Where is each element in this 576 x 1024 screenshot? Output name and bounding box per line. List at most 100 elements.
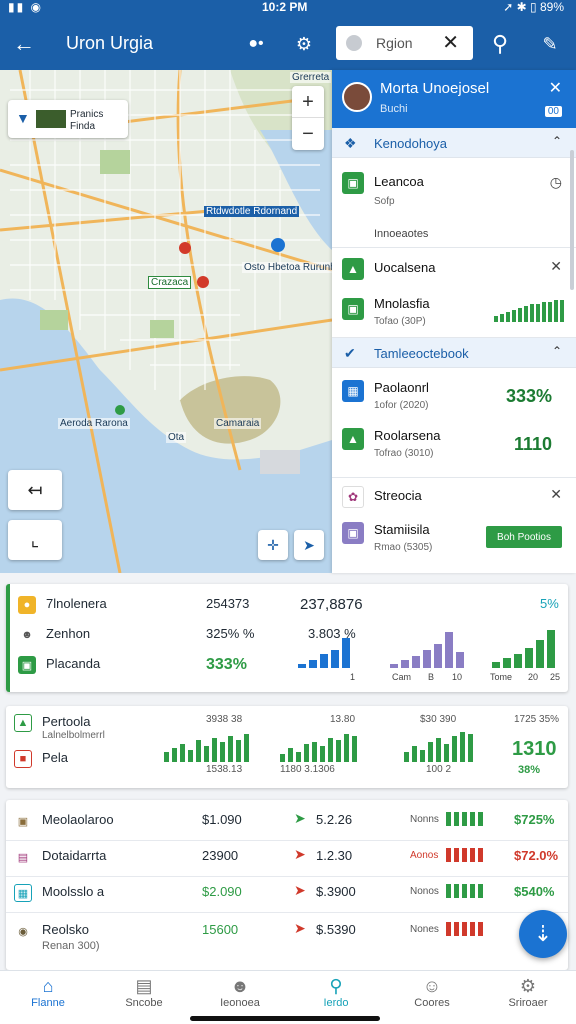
- section-header[interactable]: ✔ Tamleeoctebook ⌃: [332, 338, 576, 368]
- row-sublabel: Renan 300): [42, 940, 100, 952]
- zoom-controls: + −: [292, 86, 324, 150]
- item-action-button[interactable]: Boh Pootios: [486, 526, 562, 548]
- close-item-icon[interactable]: ✕: [550, 258, 562, 275]
- item-title: Streocia: [374, 488, 422, 503]
- panel-item[interactable]: ▣ Leancoa Sofp ◷ Innoeaotes: [332, 158, 576, 248]
- clear-search-icon[interactable]: ✕: [442, 30, 459, 55]
- home-icon: ⌂: [42, 976, 54, 996]
- place-preview-card[interactable]: ▼ Pranics Finda: [8, 100, 128, 138]
- row-icon: ▤: [17, 851, 29, 864]
- row-percent: $725%: [514, 812, 555, 827]
- row-tag: Nones: [410, 924, 439, 935]
- top-bar: ▮▮ ◉ 10:2 PM ➚ ✱ ▯ 89% ← Uron Urgia ●• ⚙…: [0, 0, 576, 70]
- section-icon: ❖: [344, 135, 357, 151]
- row-tag: Nonns: [410, 814, 439, 825]
- row-label: Dotaidarrta: [42, 848, 107, 863]
- compass-button[interactable]: ➤: [294, 530, 324, 560]
- green-bar-chart: [280, 734, 357, 762]
- row-value: 23900: [202, 848, 239, 863]
- mini-bar-chart: [494, 300, 564, 322]
- row-label: Meolaolaroo: [42, 812, 114, 827]
- row-sublabel: Lalnelbolmerrl: [42, 730, 105, 741]
- axis-tick-label: B: [428, 672, 435, 682]
- measure-button[interactable]: ⌞: [8, 520, 62, 560]
- region-search-box[interactable]: Rgion ✕: [336, 26, 473, 60]
- account-icon: ☺: [422, 976, 442, 996]
- row-percent: $540%: [514, 884, 555, 899]
- nav-store[interactable]: ▤ Sncobe: [96, 971, 192, 1024]
- panel-scrollbar[interactable]: [570, 150, 574, 290]
- chevron-up-icon[interactable]: ⌃: [552, 344, 562, 358]
- zoom-out-button[interactable]: −: [292, 118, 324, 150]
- avatar[interactable]: [342, 82, 372, 112]
- item-icon: ▲: [342, 428, 364, 450]
- direction-button[interactable]: ✛: [258, 530, 288, 560]
- axis-tick-label: Tome: [490, 672, 513, 682]
- row-value: 3938 38: [206, 714, 243, 725]
- chevron-up-icon[interactable]: ⌃: [552, 134, 562, 148]
- row-value: 1.2.30: [316, 848, 353, 863]
- panel-item[interactable]: ✿ Streocia ✕ ▣ Stamiisila Rmao (5305) Bo…: [332, 478, 576, 570]
- row-icon: ▦: [14, 884, 32, 902]
- timer-icon[interactable]: ◷: [550, 174, 562, 191]
- settings-gear-icon[interactable]: ⚙: [286, 26, 322, 62]
- nav-account[interactable]: ☺ Coores: [384, 971, 480, 1024]
- row-value: 237,8876: [300, 596, 363, 613]
- close-panel-icon[interactable]: ✕: [549, 78, 562, 98]
- details-panel: Morta Unoejosel Buchi ✕ 00 ❖ Kenodohoya …: [332, 70, 576, 573]
- row-label: Placanda: [46, 656, 101, 671]
- trend-card: ▲ Pertoola Lalnelbolmerrl 3938 38 13.80 …: [6, 706, 568, 788]
- item-icon: ▲: [342, 258, 364, 280]
- search-icon[interactable]: ⚲: [482, 26, 518, 62]
- place-title: Pranics: [70, 109, 104, 120]
- map-label-area: Grerreta: [290, 72, 332, 83]
- trend-down-icon: ➤: [294, 920, 306, 936]
- row-value: 333%: [206, 656, 247, 673]
- row-value: 13.80: [330, 714, 356, 725]
- row-icon: ▣: [18, 656, 36, 674]
- item-title: Paolaonrl: [374, 380, 429, 395]
- status-bar: ▮▮ ◉ 10:2 PM ➚ ✱ ▯ 89%: [0, 0, 576, 16]
- trend-up-icon: ➤: [294, 810, 306, 826]
- map-label-area: Crazaca: [148, 276, 192, 289]
- search-circle-icon: ⚲: [329, 976, 343, 996]
- trend-down-icon: ➤: [294, 882, 306, 898]
- mini-bars: [446, 812, 483, 826]
- locate-icon[interactable]: ●•: [238, 26, 274, 62]
- item-subtitle: Tofao (30P): [374, 316, 426, 327]
- nav-label: Coores: [414, 997, 450, 1009]
- section-header[interactable]: ❖ Kenodohoya ⌃: [332, 128, 576, 158]
- item-icon: ▣: [342, 298, 364, 320]
- nav-home[interactable]: ⌂ Flanne: [0, 971, 96, 1024]
- battery-level: 89%: [539, 0, 564, 14]
- panel-item[interactable]: ▦ Paolaonrl 1ofor (2020) 333% ▲ Roolarse…: [332, 368, 576, 478]
- edit-menu-icon[interactable]: ✎: [532, 26, 568, 62]
- panel-item[interactable]: ▲ Uocalsena ✕ ▣ Mnolasfia Tofao (30P): [332, 248, 576, 338]
- map-view[interactable]: ▼ Pranics Finda + − Rtdwdotle Rdornand A…: [0, 70, 332, 573]
- map-blue-label[interactable]: Rtdwdotle Rdornand: [204, 206, 300, 217]
- blue-bar-chart: [298, 636, 350, 668]
- section-title: Kenodohoya: [374, 136, 448, 151]
- map-label-area: Aeroda Rarona: [58, 418, 130, 429]
- row-value: 5.2.26: [316, 812, 353, 827]
- map-label-area: Ota: [166, 432, 187, 443]
- divider: [6, 840, 568, 841]
- item-title: Uocalsena: [374, 260, 436, 275]
- close-item-icon[interactable]: ✕: [550, 486, 562, 503]
- axis-tick-label: Cam: [392, 672, 412, 682]
- back-arrow-icon[interactable]: ←: [6, 26, 42, 62]
- mini-bars: [446, 848, 483, 862]
- row-value: 100 2: [426, 764, 452, 775]
- navigate-button[interactable]: ↤: [8, 470, 62, 510]
- item-note: Innoeaotes: [374, 228, 429, 240]
- zoom-in-button[interactable]: +: [292, 86, 324, 118]
- section-icon: ✔: [344, 345, 356, 361]
- row-icon: ▣: [17, 815, 29, 828]
- item-icon: ✿: [342, 486, 364, 508]
- item-icon: ▣: [342, 522, 364, 544]
- app-bar: ← Uron Urgia ●• ⚙ Rgion ✕ ⚲ ✎: [0, 20, 576, 68]
- nav-settings[interactable]: ⚙ Sriroaer: [480, 971, 576, 1024]
- row-icon: ■: [14, 750, 32, 768]
- floating-download-button[interactable]: ⇣: [519, 910, 567, 958]
- row-value: 38%: [518, 764, 541, 776]
